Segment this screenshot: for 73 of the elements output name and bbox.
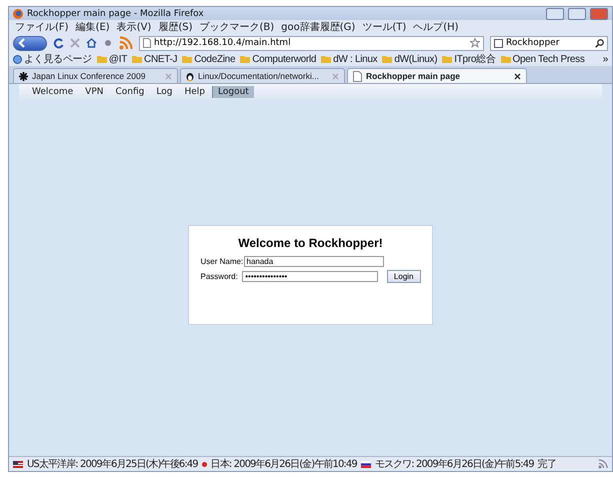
menu-item[interactable]: ツール(T)	[362, 20, 406, 34]
star-icon[interactable]	[470, 38, 480, 48]
search-icon[interactable]	[595, 38, 604, 48]
search-text: Rockhopper	[506, 38, 560, 48]
bookmark-link[interactable]: CNET-J	[144, 54, 178, 64]
bookmark-link[interactable]: dW(Linux)	[394, 54, 438, 64]
bookmark-link[interactable]: @IT	[108, 54, 128, 64]
asterisk-icon	[19, 72, 28, 80]
nav-link[interactable]: Logout	[212, 86, 254, 98]
home-icon[interactable]	[86, 38, 97, 48]
minimize-button[interactable]	[546, 8, 564, 20]
browser-tab[interactable]: Japan Linux Conference 2009	[13, 68, 178, 83]
folder-icon	[132, 55, 142, 63]
search-field[interactable]: Rockhopper	[490, 36, 608, 50]
flag-icon	[13, 460, 23, 468]
globe-icon	[13, 54, 22, 64]
feed-icon	[598, 459, 608, 469]
field-label: Password:	[200, 272, 239, 281]
bookmark-link[interactable]: よく見るページ	[24, 52, 92, 66]
nav-link[interactable]: Help	[179, 86, 210, 98]
bookmark-link[interactable]: Open Tech Press	[512, 54, 585, 64]
login-title: Welcome to Rockhopper!	[238, 236, 383, 250]
status-text: 完了	[538, 458, 556, 471]
flag-icon	[360, 460, 371, 468]
browser-tab[interactable]: Linux/Documentation/networki...	[180, 68, 345, 83]
page-icon	[143, 38, 151, 48]
page-icon	[353, 70, 362, 82]
folder-icon	[240, 55, 250, 63]
bookmark-link[interactable]: Computerworld	[252, 54, 316, 64]
maximize-button[interactable]	[568, 8, 586, 20]
status-text: US太平洋岸: 2009年6月25日(木)午後6:49	[27, 458, 198, 471]
reload-icon[interactable]	[53, 38, 64, 48]
firefox-icon	[13, 8, 23, 18]
username-field[interactable]: hanada	[244, 256, 384, 267]
bookmark-icon[interactable]	[103, 38, 113, 48]
stop-icon[interactable]	[70, 38, 80, 48]
folder-icon	[182, 55, 192, 63]
folder-icon	[321, 55, 332, 63]
nav-link[interactable]: Config	[110, 86, 150, 98]
menu-item[interactable]: 表示(V)	[116, 20, 152, 34]
menu-item[interactable]: ファイル(F)	[15, 20, 69, 34]
close-button[interactable]	[590, 8, 608, 20]
password-field[interactable]: •••••••••••••••	[242, 271, 378, 282]
address-bar[interactable]: http://192.168.10.4/main.html	[139, 36, 484, 50]
login-button[interactable]: Login	[386, 270, 420, 283]
menu-item[interactable]: 編集(E)	[76, 20, 110, 34]
dot-icon	[202, 462, 207, 466]
folder-icon	[500, 55, 510, 63]
rss-icon[interactable]	[119, 36, 133, 50]
bookmark-link[interactable]: ITpro総合	[454, 52, 496, 66]
menu-item[interactable]: ブックマーク(B)	[200, 20, 274, 34]
nav-link[interactable]: VPN	[80, 86, 108, 98]
menu-item[interactable]: 履歴(S)	[158, 20, 192, 34]
search-engine-icon	[494, 38, 503, 48]
penguin-icon	[186, 71, 194, 81]
folder-icon	[96, 55, 107, 63]
more-bookmarks-button[interactable]: »	[602, 54, 608, 64]
url-text: http://192.168.10.4/main.html	[154, 38, 292, 48]
nav-link[interactable]: Welcome	[27, 86, 78, 98]
field-label: User Name:	[200, 257, 240, 266]
status-text: モスクワ: 2009年6月26日(金)午前5:49	[374, 458, 534, 471]
bookmark-link[interactable]: CodeZine	[194, 54, 236, 64]
menu-item[interactable]: ヘルプ(H)	[413, 20, 459, 34]
back-button[interactable]	[13, 36, 47, 50]
status-text: 日本: 2009年6月26日(金)午前10:49	[210, 458, 357, 471]
bookmark-link[interactable]: dW : Linux	[333, 54, 378, 64]
menu-item[interactable]: goo辞書履歴(G)	[281, 20, 356, 34]
folder-icon	[382, 55, 392, 63]
folder-icon	[442, 55, 452, 63]
browser-tab[interactable]: Rockhopper main page	[347, 68, 527, 83]
window-title: Rockhopper main page - Mozilla Firefox	[27, 8, 205, 18]
close-icon[interactable]	[514, 72, 521, 80]
nav-link[interactable]: Log	[151, 86, 178, 98]
